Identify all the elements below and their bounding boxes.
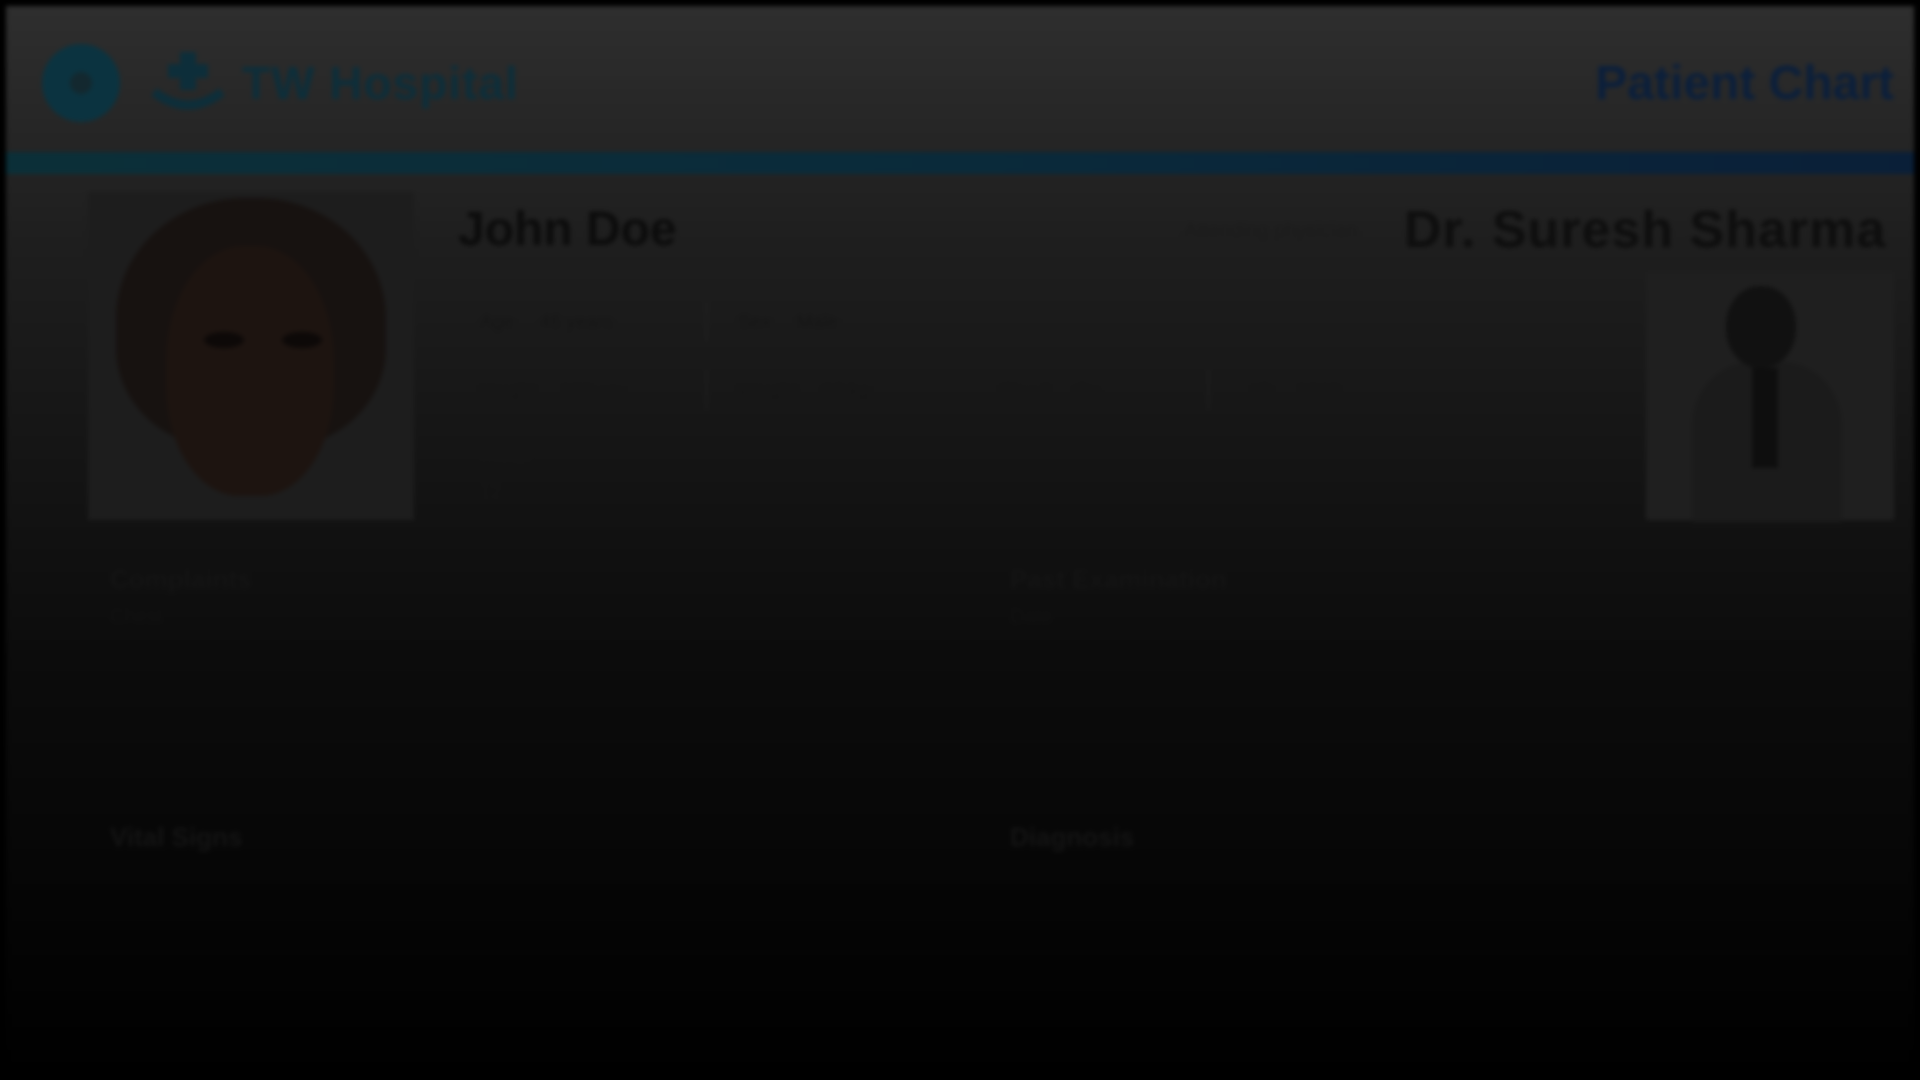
patient-field-blood: Blood O+: [1000, 380, 1100, 402]
vital-signs-title: Vital Signs: [110, 822, 243, 852]
app-window: TW Hospital Patient Chart John Doe Atten…: [6, 6, 1914, 1074]
field-divider: [706, 302, 707, 342]
doctor-name: Dr. Suresh Sharma: [1404, 201, 1887, 259]
patient-field-height: Height 178 cm: [480, 380, 623, 402]
top-bar: TW Hospital Patient Chart: [6, 6, 1914, 148]
hospital-logo-icon: [151, 52, 225, 110]
field-label: Blood: [1000, 380, 1049, 401]
header-divider: [6, 152, 1914, 174]
diagnosis-title: Diagnosis: [1010, 822, 1135, 852]
field-value: Male: [796, 312, 838, 333]
hospital-name: TW Hospital: [242, 57, 519, 109]
back-button[interactable]: [42, 44, 120, 122]
past-examination-title: Past Examination: [1010, 564, 1227, 594]
field-divider: [706, 370, 707, 410]
complaints-title: Complaints: [110, 564, 252, 594]
patient-field-room: Room 12: [480, 448, 531, 504]
field-value: O+: [1074, 380, 1101, 401]
field-value: 12: [480, 482, 502, 503]
patient-field-age: Age 46 years: [480, 312, 613, 334]
patient-field-id: ID 1042: [1252, 380, 1339, 402]
patient-field-sex: Sex Male: [738, 312, 838, 334]
field-value: 178 cm: [560, 380, 624, 401]
doctor-photo: [1646, 272, 1894, 522]
doctor-label: Attending physician: [1184, 220, 1358, 242]
past-examination-subtitle: Date: [1010, 606, 1053, 628]
field-label: ID: [1252, 380, 1271, 401]
field-label: Sex: [738, 312, 771, 333]
field-label: Weight: [738, 380, 797, 401]
complaints-subtitle: Chest: [110, 606, 163, 628]
page-title: Patient Chart: [1595, 57, 1894, 110]
field-label: Age: [480, 312, 514, 333]
patient-field-weight: Weight 82 kg: [738, 380, 869, 402]
field-value: 46 years: [539, 312, 613, 333]
field-label: Room: [480, 448, 531, 469]
complaints-line: [110, 648, 258, 670]
patient-photo: [88, 192, 414, 520]
patient-name: John Doe: [458, 203, 677, 256]
field-value: 82 kg: [822, 380, 870, 401]
field-divider: [1208, 370, 1209, 410]
field-value: 1042: [1297, 380, 1340, 401]
back-icon: [70, 72, 92, 94]
field-label: Height: [480, 380, 535, 401]
